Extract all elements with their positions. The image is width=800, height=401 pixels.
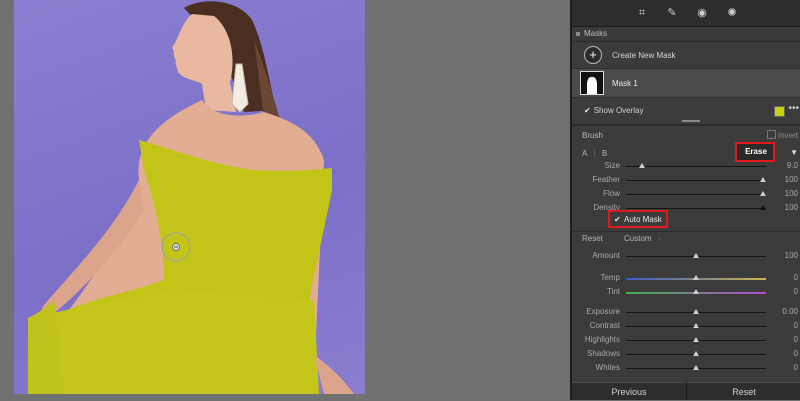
masking-panel: ⌗ ✎ ◉ ✺ Masks + Create New Mask Mask 1 ✔… [570, 0, 800, 400]
slider-value[interactable]: 0 [794, 349, 798, 358]
adjust-slider-contrast[interactable]: Contrast 0 [572, 320, 800, 332]
slider-label: Temp [600, 273, 620, 282]
brush-slider-size[interactable]: Size 9.0 [572, 160, 800, 172]
mask-name[interactable]: Mask 1 [612, 79, 638, 88]
slider-label: Shadows [587, 349, 620, 358]
slider-label: Amount [592, 251, 620, 260]
slider-value[interactable]: 100 [785, 189, 798, 198]
brush-slider-feather[interactable]: Feather 100 [572, 174, 800, 186]
slider-value[interactable]: 100 [785, 251, 798, 260]
slider-label: Tint [606, 287, 620, 296]
slider-value[interactable]: 0.00 [782, 307, 798, 316]
slider-track[interactable] [626, 166, 766, 167]
checkmark-icon[interactable]: ✔ [584, 106, 591, 115]
slider-knob[interactable] [693, 253, 699, 258]
photo-preview[interactable] [14, 0, 365, 394]
collapse-icon[interactable] [576, 32, 580, 36]
slider-track[interactable] [626, 180, 766, 181]
slider-label: Exposure [586, 307, 620, 316]
slider-label: Size [604, 161, 620, 170]
slider-track[interactable] [626, 208, 766, 209]
slider-value[interactable]: 100 [785, 175, 798, 184]
slider-value[interactable]: 0 [794, 363, 798, 372]
adjust-slider-amount[interactable]: Amount 100 [572, 250, 800, 262]
mask-list-item[interactable]: Mask 1 [572, 68, 800, 98]
footer-bar: Previous Reset [572, 382, 800, 400]
slider-value[interactable]: 9.0 [787, 161, 798, 170]
show-overlay-row[interactable]: ✔ Show Overlay ••• [572, 98, 800, 122]
more-options-icon[interactable]: ••• [788, 103, 799, 114]
adjust-slider-highlights[interactable]: Highlights 0 [572, 334, 800, 346]
slider-knob[interactable] [639, 163, 646, 168]
erase-highlight [735, 142, 775, 162]
slider-knob[interactable] [693, 351, 699, 356]
brush-tab-a[interactable]: A [582, 149, 587, 158]
slider-knob[interactable] [693, 323, 699, 328]
slider-label: Flow [603, 189, 620, 198]
tab-separator [594, 149, 595, 158]
slider-label: Contrast [589, 321, 620, 330]
auto-mask-checkmark-icon[interactable]: ✔ [614, 215, 621, 224]
slider-knob[interactable] [693, 275, 699, 280]
create-mask-row[interactable]: + Create New Mask [572, 42, 800, 68]
crop-icon[interactable]: ⌗ [634, 6, 650, 20]
adjust-slider-shadows[interactable]: Shadows 0 [572, 348, 800, 360]
brush-dropdown-icon[interactable]: ▼ [790, 148, 798, 157]
invert-checkbox[interactable] [767, 130, 776, 139]
brush-section: Brush Invert A B Erase ▼ Size 9.0 Feather 1… [572, 126, 800, 230]
adjust-slider-temp[interactable]: Temp 0 [572, 272, 800, 284]
red-eye-icon[interactable]: ◉ [694, 6, 710, 20]
preset-select[interactable]: Custom [624, 234, 652, 243]
brush-title: Brush [582, 131, 603, 140]
slider-knob[interactable] [693, 309, 699, 314]
brush-slider-flow[interactable]: Flow 100 [572, 188, 800, 200]
slider-label: Highlights [584, 335, 620, 344]
slider-knob[interactable] [760, 191, 766, 196]
image-canvas[interactable] [0, 0, 567, 400]
slider-value[interactable]: 0 [794, 321, 798, 330]
tool-strip: ⌗ ✎ ◉ ✺ [572, 0, 800, 27]
overlay-color-swatch[interactable] [774, 106, 785, 117]
resize-handle[interactable] [682, 120, 700, 122]
create-mask-label[interactable]: Create New Mask [612, 51, 676, 60]
adjust-slider-tint[interactable]: Tint 0 [572, 286, 800, 298]
slider-value[interactable]: 100 [785, 203, 798, 212]
slider-knob[interactable] [693, 289, 699, 294]
adjustments-section: Reset Custom ◦ Amount 100 Temp 0 Tint 0 Exposu… [572, 230, 800, 382]
slider-knob[interactable] [693, 365, 699, 370]
mask-thumbnail [580, 71, 604, 95]
plus-icon[interactable]: + [584, 46, 602, 64]
slider-knob[interactable] [760, 205, 766, 210]
reset-preset-link[interactable]: Reset [582, 234, 603, 243]
brush-tab-b[interactable]: B [602, 149, 607, 158]
preset-dropdown-icon[interactable]: ◦ [658, 234, 661, 243]
slider-value[interactable]: 0 [794, 287, 798, 296]
masks-header: Masks [572, 27, 800, 42]
slider-label: Whites [595, 363, 620, 372]
slider-label: Feather [592, 175, 620, 184]
slider-track[interactable] [626, 194, 766, 195]
slider-value[interactable]: 0 [794, 335, 798, 344]
invert-label[interactable]: Invert [778, 131, 798, 140]
show-overlay-label[interactable]: Show Overlay [594, 106, 644, 115]
reset-button[interactable]: Reset [687, 382, 800, 400]
auto-mask-label[interactable]: Auto Mask [624, 215, 662, 224]
brush-slider-density[interactable]: Density 100 [572, 202, 800, 214]
previous-button[interactable]: Previous [572, 382, 687, 400]
slider-knob[interactable] [693, 337, 699, 342]
masking-icon[interactable]: ✺ [724, 6, 740, 20]
adjust-slider-whites[interactable]: Whites 0 [572, 362, 800, 374]
slider-value[interactable]: 0 [794, 273, 798, 282]
slider-knob[interactable] [760, 177, 766, 182]
masks-title: Masks [584, 29, 608, 38]
healing-icon[interactable]: ✎ [664, 6, 680, 20]
adjust-slider-exposure[interactable]: Exposure 0.00 [572, 306, 800, 318]
